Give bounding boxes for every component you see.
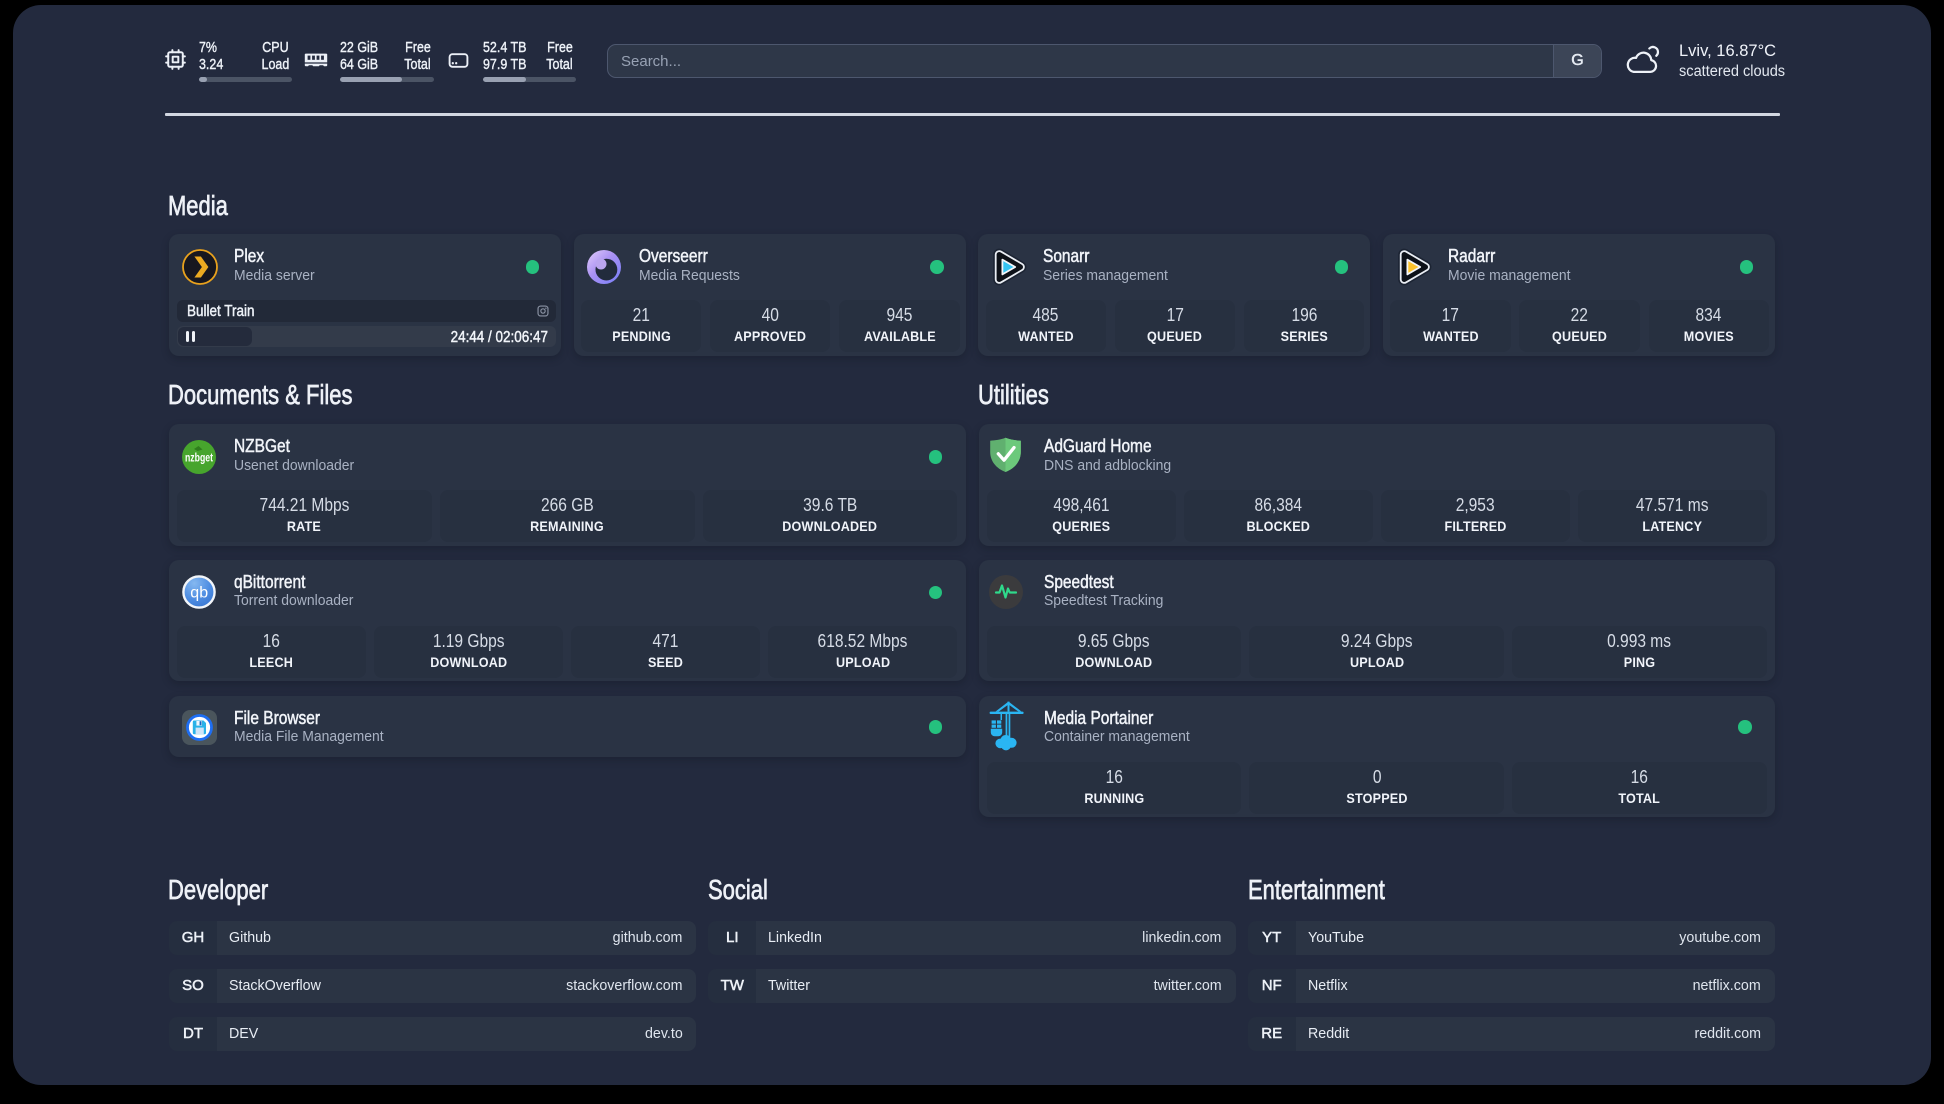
svg-text:qb: qb bbox=[190, 585, 208, 602]
svg-text:nzbget: nzbget bbox=[185, 452, 213, 464]
